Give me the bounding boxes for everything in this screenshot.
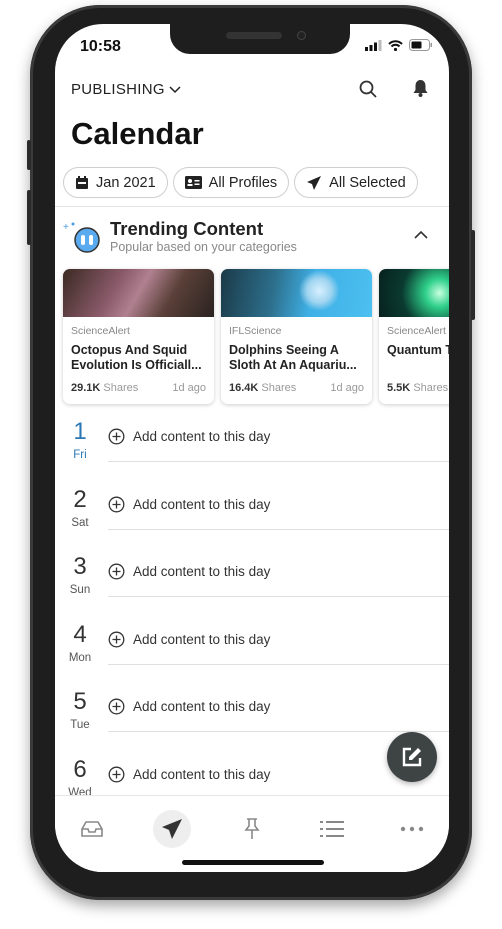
chevron-up-icon[interactable] [414, 230, 428, 239]
day-name: Sat [71, 516, 89, 529]
day-name: Fri [73, 449, 87, 461]
card-age: 1d ago [330, 382, 364, 394]
trending-title: Trending Content [110, 218, 264, 239]
divider [55, 206, 449, 207]
divider [108, 663, 449, 665]
day-name: Mon [68, 651, 92, 664]
add-content-button[interactable]: Add content to this day [108, 631, 270, 648]
tab-list[interactable] [313, 810, 351, 848]
article-image [221, 269, 372, 317]
card-source: ScienceAlert [387, 325, 446, 337]
day-number: 6 [73, 755, 87, 783]
trending-card[interactable]: ScienceAlert Octopus And Squid Evolution… [63, 269, 214, 404]
calendar-day-list: 1 Fri Add content to this day 2 Sat Add … [55, 418, 449, 795]
bell-icon[interactable] [412, 79, 429, 98]
plus-circle-icon [108, 766, 125, 782]
inbox-icon [81, 821, 103, 837]
divider [108, 528, 449, 530]
wifi-icon [388, 39, 403, 51]
id-card-icon [184, 176, 202, 189]
day-number: 4 [73, 620, 87, 648]
publish-icon [162, 819, 182, 839]
trending-card[interactable]: ScienceAlert Quantum Teleportat 5.5K Sha… [379, 269, 449, 404]
tab-inbox[interactable] [73, 810, 111, 848]
svg-text:+: + [63, 222, 69, 233]
day-number: 2 [73, 485, 87, 513]
section-label: PUBLISHING [71, 81, 165, 98]
divider [108, 731, 449, 732]
day-number: 1 [73, 418, 87, 445]
add-content-button[interactable]: Add content to this day [108, 496, 270, 513]
status-icons [365, 39, 433, 51]
channels-filter[interactable]: All Selected [294, 167, 418, 198]
plus-circle-icon [108, 698, 125, 715]
divider [108, 596, 449, 597]
add-content-button[interactable]: Add content to this day [108, 428, 270, 445]
calendar-day: 2 Sat Add content to this day [55, 486, 449, 553]
day-name: Wed [68, 786, 92, 796]
card-shares: 5.5K Shares [387, 382, 449, 394]
trending-subtitle: Popular based on your categories [110, 240, 297, 254]
plus-circle-icon [108, 496, 125, 512]
add-content-button[interactable]: Add content to this day [108, 563, 270, 580]
card-source: IFLScience [229, 325, 282, 337]
card-age: 1d ago [172, 382, 206, 394]
pin-icon [244, 818, 260, 839]
add-content-button[interactable]: Add content to this day [108, 698, 270, 715]
status-time: 10:58 [80, 38, 121, 55]
day-name: Tue [70, 719, 90, 731]
signal-icon [365, 39, 382, 51]
search-icon[interactable] [359, 80, 377, 98]
card-source: ScienceAlert [71, 325, 130, 337]
notch [170, 24, 350, 54]
add-content-button[interactable]: Add content to this day [108, 766, 270, 783]
card-shares: 16.4K Shares [229, 382, 297, 394]
edit-icon [402, 747, 422, 767]
article-image [63, 269, 214, 317]
trending-cards: ScienceAlert Octopus And Squid Evolution… [63, 269, 449, 404]
divider [108, 461, 449, 462]
tab-publish[interactable] [153, 810, 191, 848]
card-headline: Octopus And Squid Evolution Is Officiall… [71, 343, 202, 372]
article-image [379, 269, 449, 317]
publishing-menu[interactable]: PUBLISHING [71, 81, 181, 98]
calendar-day: 4 Mon Add content to this day [55, 621, 449, 688]
plus-circle-icon [108, 563, 125, 580]
home-indicator [182, 860, 324, 865]
more-icon [400, 826, 424, 832]
battery-icon [409, 39, 432, 51]
day-number: 5 [73, 688, 87, 715]
plus-circle-icon [108, 631, 125, 647]
phone-side-button [27, 190, 31, 245]
phone-side-button [471, 230, 475, 320]
screen: 10:58 PUBLISHING Calendar Jan 2021 All P… [55, 24, 449, 872]
trending-card[interactable]: IFLScience Dolphins Seeing A Sloth At An… [221, 269, 372, 404]
day-name: Sun [69, 584, 91, 596]
card-headline: Quantum Teleportat [387, 343, 449, 357]
plus-circle-icon [108, 428, 125, 445]
date-filter[interactable]: Jan 2021 [63, 167, 168, 198]
calendar-day: 3 Sun Add content to this day [55, 553, 449, 620]
binoculars-badge-icon: + [63, 222, 100, 253]
day-number: 3 [73, 553, 87, 580]
page-title: Calendar [71, 116, 204, 151]
tab-more[interactable] [393, 810, 431, 848]
chevron-down-icon [169, 86, 181, 94]
card-shares: 29.1K Shares [71, 382, 139, 394]
phone-side-button [27, 140, 31, 170]
list-icon [320, 821, 344, 837]
filter-chips: Jan 2021 All Profiles All Selected [63, 167, 418, 198]
profiles-filter[interactable]: All Profiles [172, 167, 290, 198]
tab-pins[interactable] [233, 810, 271, 848]
calendar-day: 1 Fri Add content to this day [55, 418, 449, 485]
calendar-icon [76, 175, 88, 189]
paper-plane-icon [307, 175, 322, 190]
compose-button[interactable] [387, 732, 437, 782]
card-headline: Dolphins Seeing A Sloth At An Aquariu... [229, 343, 357, 372]
